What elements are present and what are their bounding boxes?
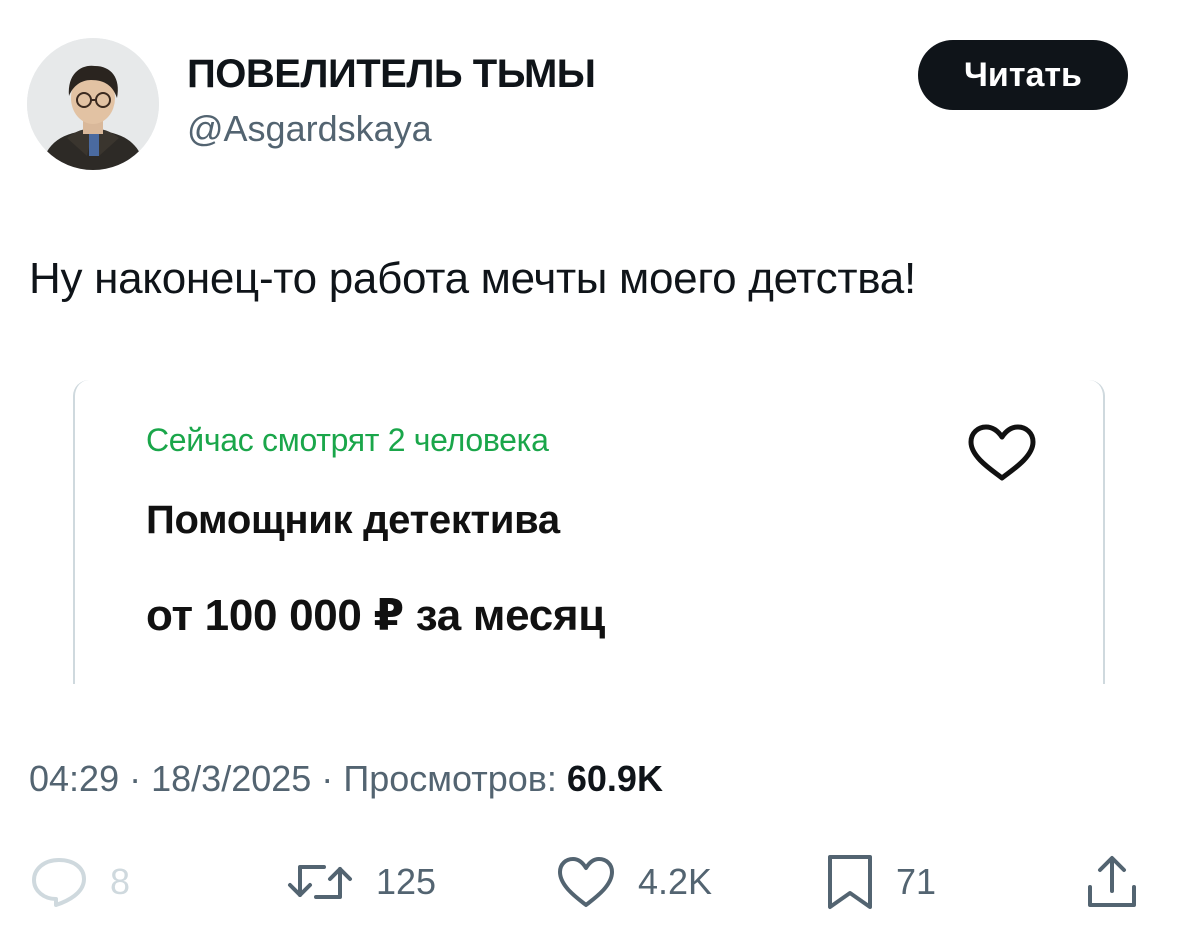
tweet-date[interactable]: 18/3/2025: [151, 758, 311, 799]
heart-outline-icon[interactable]: [965, 422, 1039, 482]
bookmark-count: 71: [896, 861, 937, 902]
meta-separator: ·: [321, 758, 334, 799]
bookmark-icon: [828, 855, 872, 909]
card-job-title: Помощник детектива: [146, 498, 560, 542]
card-viewers-text: Сейчас смотрят 2 человека: [146, 422, 549, 458]
reply-count: 8: [110, 861, 131, 902]
retweet-count: 125: [376, 861, 437, 902]
tweet-time[interactable]: 04:29: [29, 758, 119, 799]
retweet-icon: [288, 865, 352, 899]
tweet-meta: 04:29 · 18/3/2025 · Просмотров: 60.9K: [29, 758, 663, 800]
follow-button[interactable]: Читать: [918, 40, 1128, 110]
avatar[interactable]: [27, 38, 159, 170]
share-icon: [1088, 856, 1136, 907]
meta-separator: ·: [129, 758, 142, 799]
like-button[interactable]: 4.2K: [556, 850, 712, 914]
card-salary: от 100 000 ₽ за месяц: [146, 591, 605, 640]
retweet-button[interactable]: 125: [286, 850, 436, 914]
user-handle[interactable]: @Asgardskaya: [187, 108, 432, 150]
tweet-text: Ну наконец-то работа мечты моего детства…: [29, 254, 916, 303]
heart-icon: [558, 857, 614, 907]
views-count: 60.9K: [566, 758, 663, 799]
display-name[interactable]: ПОВЕЛИТЕЛЬ ТЬМЫ: [187, 52, 596, 97]
reply-button[interactable]: 8: [30, 850, 130, 914]
reply-icon: [32, 858, 86, 907]
share-button[interactable]: [1084, 850, 1140, 914]
bookmark-button[interactable]: 71: [826, 850, 936, 914]
views-label: Просмотров:: [343, 758, 557, 799]
like-count: 4.2K: [638, 861, 713, 902]
user-photo-avatar-icon: [27, 38, 159, 170]
